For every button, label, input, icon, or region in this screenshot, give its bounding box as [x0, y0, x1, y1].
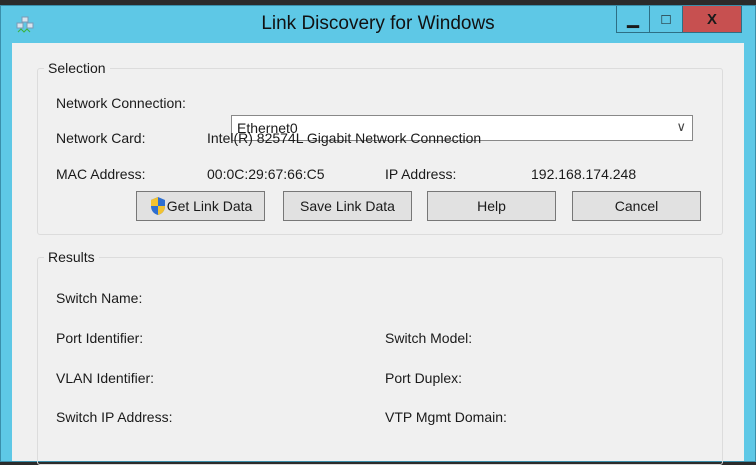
port-identifier-label: Port Identifier: [56, 330, 144, 346]
results-group: Results Switch Name: Port Identifier: Sw… [37, 249, 723, 465]
network-card-label: Network Card: [56, 130, 146, 146]
get-link-data-button[interactable]: Get Link Data [136, 191, 265, 221]
client-area: Selection Network Connection: Ethernet0 ∨… [12, 43, 744, 465]
minimize-button[interactable]: ▁ [616, 6, 650, 33]
cancel-button[interactable]: Cancel [572, 191, 701, 221]
help-button[interactable]: Help [427, 191, 556, 221]
uac-shield-icon [150, 197, 165, 215]
close-button[interactable]: X [682, 6, 742, 33]
app-window: Link Discovery for Windows ▁ □ X Selecti… [0, 5, 756, 465]
network-connection-label: Network Connection: [56, 95, 186, 111]
ip-address-value: 192.168.174.248 [531, 166, 637, 182]
mac-address-value: 00:0C:29:67:66:C5 [207, 166, 325, 182]
port-duplex-label: Port Duplex: [385, 370, 463, 386]
switch-name-label: Switch Name: [56, 290, 143, 306]
selection-legend: Selection [44, 60, 110, 76]
switch-ip-label: Switch IP Address: [56, 409, 173, 425]
selection-group: Selection Network Connection: Ethernet0 ∨… [37, 60, 723, 235]
network-card-value: Intel(R) 82574L Gigabit Network Connecti… [207, 130, 482, 146]
results-legend: Results [44, 249, 99, 265]
save-link-data-button[interactable]: Save Link Data [283, 191, 412, 221]
mac-address-label: MAC Address: [56, 166, 146, 182]
ip-address-label: IP Address: [385, 166, 457, 182]
maximize-button[interactable]: □ [649, 6, 683, 33]
get-link-data-label: Get Link Data [166, 198, 253, 214]
vlan-identifier-label: VLAN Identifier: [56, 370, 155, 386]
vtp-domain-label: VTP Mgmt Domain: [385, 409, 507, 425]
switch-model-label: Switch Model: [385, 330, 473, 346]
chevron-down-icon: ∨ [676, 119, 686, 134]
